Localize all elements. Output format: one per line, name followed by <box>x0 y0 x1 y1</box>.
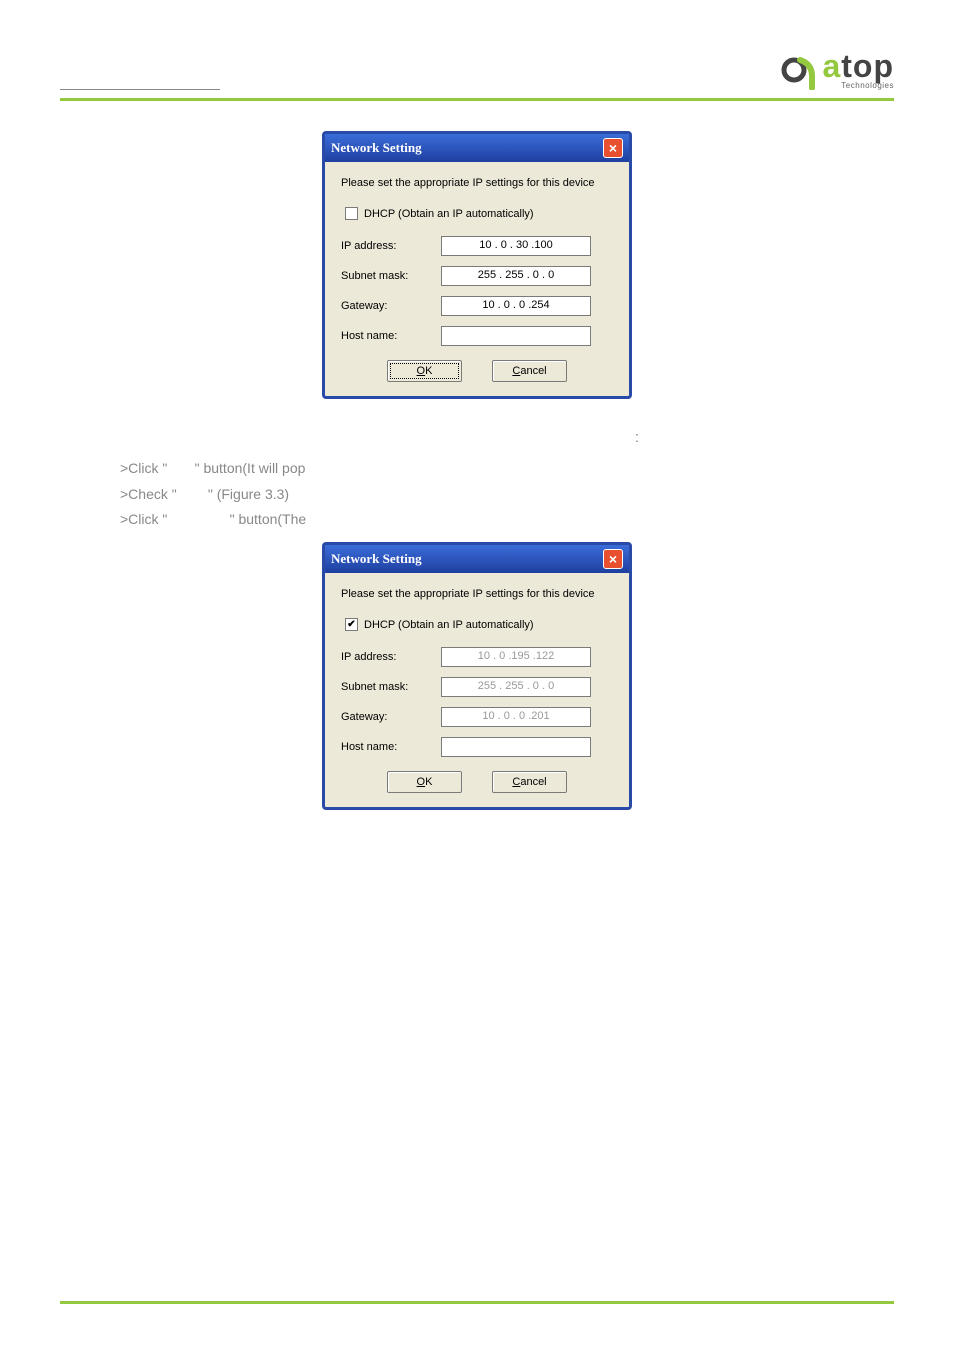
logo-text-sub: Technologies <box>822 82 894 90</box>
dialog-titlebar: Network Setting × <box>325 545 629 573</box>
subnet-mask-label: Subnet mask: <box>341 681 441 693</box>
section-colon: : <box>380 429 894 446</box>
logo: atop Technologies <box>780 50 894 90</box>
logo-icon <box>780 50 820 90</box>
ip-address-label: IP address: <box>341 651 441 663</box>
header-underline <box>60 87 220 90</box>
close-icon[interactable]: × <box>603 549 623 569</box>
dialog-title-text: Network Setting <box>331 140 422 156</box>
instruction-steps: >Click " " button(It will pop >Check " "… <box>120 456 894 532</box>
ok-button[interactable]: OK <box>387 360 462 382</box>
dhcp-checkbox[interactable] <box>345 207 358 220</box>
hostname-input[interactable] <box>441 326 591 346</box>
dhcp-label: DHCP (Obtain an IP automatically) <box>364 208 534 220</box>
hostname-input[interactable] <box>441 737 591 757</box>
dhcp-checkbox-row[interactable]: ✔ DHCP (Obtain an IP automatically) <box>341 618 613 631</box>
dialog-title-text: Network Setting <box>331 551 422 567</box>
close-icon[interactable]: × <box>603 138 623 158</box>
logo-text-main: atop <box>822 50 894 82</box>
ok-button[interactable]: OK <box>387 771 462 793</box>
dhcp-checkbox[interactable]: ✔ <box>345 618 358 631</box>
network-setting-dialog-1: Network Setting × Please set the appropr… <box>322 131 632 399</box>
cancel-button[interactable]: Cancel <box>492 771 567 793</box>
page-header: atop Technologies <box>60 50 894 101</box>
subnet-mask-input[interactable]: 255 . 255 . 0 . 0 <box>441 266 591 286</box>
ip-address-input: 10 . 0 .195 .122 <box>441 647 591 667</box>
subnet-mask-label: Subnet mask: <box>341 270 441 282</box>
dialog-message: Please set the appropriate IP settings f… <box>341 176 613 191</box>
hostname-label: Host name: <box>341 330 441 342</box>
dhcp-label: DHCP (Obtain an IP automatically) <box>364 619 534 631</box>
gateway-label: Gateway: <box>341 300 441 312</box>
page-footer <box>60 1301 894 1310</box>
gateway-input[interactable]: 10 . 0 . 0 .254 <box>441 296 591 316</box>
dialog-titlebar: Network Setting × <box>325 134 629 162</box>
hostname-label: Host name: <box>341 741 441 753</box>
cancel-button[interactable]: Cancel <box>492 360 567 382</box>
gateway-input: 10 . 0 . 0 .201 <box>441 707 591 727</box>
network-setting-dialog-2: Network Setting × Please set the appropr… <box>322 542 632 810</box>
gateway-label: Gateway: <box>341 711 441 723</box>
dhcp-checkbox-row[interactable]: DHCP (Obtain an IP automatically) <box>341 207 613 220</box>
ip-address-label: IP address: <box>341 240 441 252</box>
ip-address-input[interactable]: 10 . 0 . 30 .100 <box>441 236 591 256</box>
subnet-mask-input: 255 . 255 . 0 . 0 <box>441 677 591 697</box>
dialog-message: Please set the appropriate IP settings f… <box>341 587 613 602</box>
